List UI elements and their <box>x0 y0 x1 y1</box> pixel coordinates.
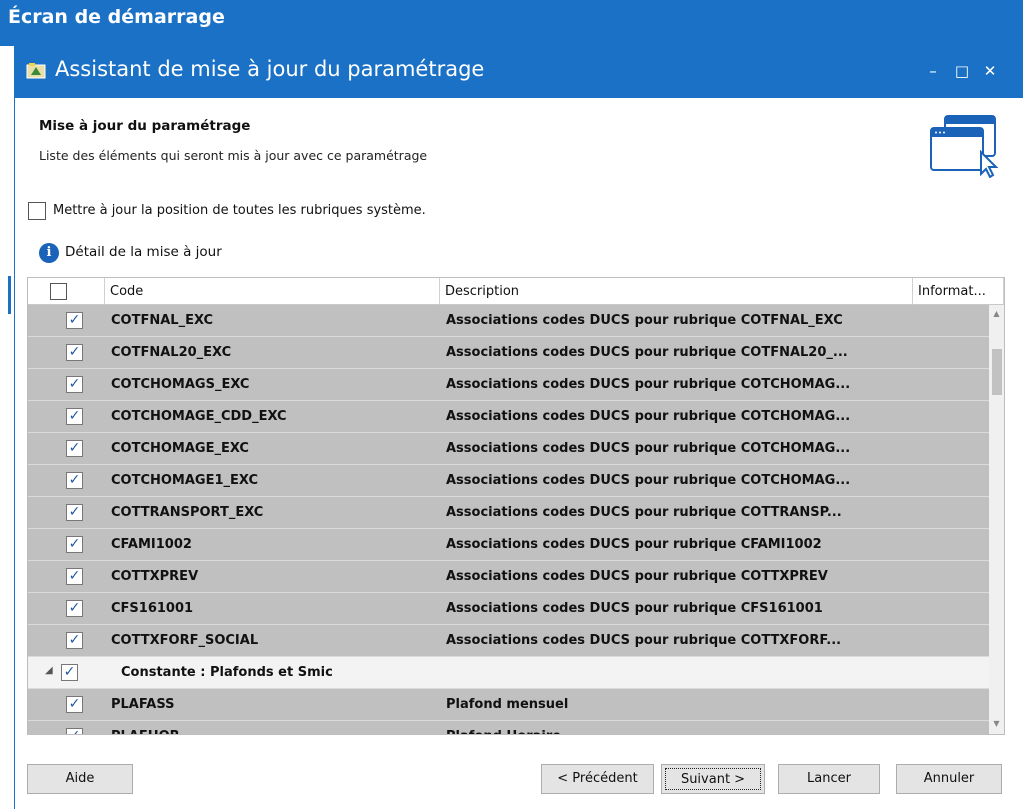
info-icon: i <box>39 243 59 263</box>
row-description: Associations codes DUCS pour rubrique CO… <box>446 473 851 488</box>
row-checkbox[interactable]: ✓ <box>61 664 78 681</box>
table-row[interactable]: ✓ COTCHOMAGE1_EXC Associations codes DUCS … <box>28 465 989 497</box>
update-position-label[interactable]: Mettre à jour la position de toutes les … <box>53 203 426 218</box>
row-description: Associations codes DUCS pour rubrique CF… <box>446 601 823 616</box>
row-description: Associations codes DUCS pour rubrique CO… <box>446 409 851 424</box>
update-wizard-dialog: Assistant de mise à jour du paramétrage … <box>14 46 1023 809</box>
scroll-down-arrow-icon[interactable]: ▼ <box>989 717 1004 731</box>
scroll-up-arrow-icon[interactable]: ▲ <box>989 307 1004 321</box>
cancel-button[interactable]: Annuler <box>896 764 1002 794</box>
section-title: Mise à jour du paramétrage <box>39 118 251 134</box>
section-subtitle: Liste des éléments qui seront mis à jour… <box>39 148 428 163</box>
row-code: COTTXFORF_SOCIAL <box>111 633 259 648</box>
select-all-checkbox[interactable] <box>50 283 67 300</box>
update-position-checkbox[interactable] <box>28 202 46 220</box>
row-code: COTFNAL_EXC <box>111 313 214 328</box>
maximize-button[interactable]: □ <box>949 58 975 84</box>
row-code: COTTXPREV <box>111 569 199 584</box>
row-description: Associations codes DUCS pour rubrique CO… <box>446 569 828 584</box>
background-window-accent <box>8 276 11 314</box>
row-code: COTCHOMAGS_EXC <box>111 377 250 392</box>
table-row[interactable]: ✓ CFS161001 Associations codes DUCS pour r… <box>28 593 989 625</box>
background-window-title: Écran de démarrage <box>8 6 225 28</box>
row-code: COTCHOMAGE_EXC <box>111 441 249 456</box>
row-description: Associations codes DUCS pour rubrique CF… <box>446 537 822 552</box>
row-checkbox[interactable]: ✓ <box>66 568 83 585</box>
row-code: PLAFASS <box>111 697 175 712</box>
update-items-grid: Code Description Informat... ✓ COTFNAL_EX… <box>27 277 1005 735</box>
minimize-button[interactable]: – <box>920 58 946 84</box>
table-row[interactable]: ✓ COTTRANSPORT_EXC Associations codes DUCS… <box>28 497 989 529</box>
row-description: Associations codes DUCS pour rubrique CO… <box>446 441 851 456</box>
table-row[interactable]: ✓ PLAFASS Plafond mensuel <box>28 689 989 721</box>
dialog-title: Assistant de mise à jour du paramétrage <box>55 57 485 81</box>
window-cursor-icon <box>930 115 999 178</box>
next-button-label: Suivant > <box>665 768 761 790</box>
table-row[interactable]: ✓ PLAFHOR Plafond Horaire <box>28 721 989 734</box>
row-checkbox[interactable]: ✓ <box>66 728 83 734</box>
row-checkbox[interactable]: ✓ <box>66 408 83 425</box>
row-checkbox[interactable]: ✓ <box>66 600 83 617</box>
column-header-info[interactable]: Informat... <box>913 278 1004 305</box>
grid-header: Code Description Informat... <box>28 278 1004 305</box>
table-row[interactable]: ✓ COTCHOMAGE_EXC Associations codes DUCS p… <box>28 433 989 465</box>
row-checkbox[interactable]: ✓ <box>66 696 83 713</box>
row-checkbox[interactable]: ✓ <box>66 632 83 649</box>
next-button[interactable]: Suivant > <box>661 764 765 794</box>
row-checkbox[interactable]: ✓ <box>66 472 83 489</box>
detail-label: Détail de la mise à jour <box>65 244 222 260</box>
header-check-column <box>28 278 105 305</box>
table-row[interactable]: ✓ CFAMI1002 Associations codes DUCS pour r… <box>28 529 989 561</box>
row-code: COTCHOMAGE_CDD_EXC <box>111 409 287 424</box>
table-row[interactable]: ✓ COTTXFORF_SOCIAL Associations codes DUCS… <box>28 625 989 657</box>
row-checkbox[interactable]: ✓ <box>66 376 83 393</box>
vertical-scrollbar[interactable]: ▲ ▼ <box>989 305 1004 734</box>
help-button[interactable]: Aide <box>27 764 133 794</box>
app-icon <box>26 63 46 79</box>
row-description: Associations codes DUCS pour rubrique CO… <box>446 633 842 648</box>
group-row[interactable]: ◢ ✓ Constante : Plafonds et Smic <box>28 657 989 689</box>
run-button[interactable]: Lancer <box>778 764 880 794</box>
background-window-titlebar: Écran de démarrage <box>0 0 1023 46</box>
row-code: COTFNAL20_EXC <box>111 345 232 360</box>
table-row[interactable]: ✓ COTFNAL20_EXC Associations codes DUCS po… <box>28 337 989 369</box>
row-checkbox[interactable]: ✓ <box>66 504 83 521</box>
row-description: Associations codes DUCS pour rubrique CO… <box>446 313 843 328</box>
row-checkbox[interactable]: ✓ <box>66 536 83 553</box>
row-description: Plafond Horaire <box>446 729 561 734</box>
row-checkbox[interactable]: ✓ <box>66 440 83 457</box>
previous-button[interactable]: < Précédent <box>541 764 654 794</box>
group-label: Constante : Plafonds et Smic <box>121 665 333 680</box>
row-checkbox[interactable]: ✓ <box>66 312 83 329</box>
row-description: Associations codes DUCS pour rubrique CO… <box>446 345 848 360</box>
row-code: COTTRANSPORT_EXC <box>111 505 264 520</box>
row-description: Plafond mensuel <box>446 697 569 712</box>
table-row[interactable]: ✓ COTTXPREV Associations codes DUCS pour r… <box>28 561 989 593</box>
column-header-code[interactable]: Code <box>105 278 440 305</box>
expand-collapse-icon[interactable]: ◢ <box>45 665 53 676</box>
row-description: Associations codes DUCS pour rubrique CO… <box>446 377 851 392</box>
table-row[interactable]: ✓ COTCHOMAGS_EXC Associations codes DUCS p… <box>28 369 989 401</box>
scrollbar-thumb[interactable] <box>992 349 1002 395</box>
dialog-titlebar[interactable]: Assistant de mise à jour du paramétrage … <box>15 46 1023 98</box>
row-code: COTCHOMAGE1_EXC <box>111 473 259 488</box>
row-description: Associations codes DUCS pour rubrique CO… <box>446 505 842 520</box>
row-code: CFAMI1002 <box>111 537 192 552</box>
table-row[interactable]: ✓ COTCHOMAGE_CDD_EXC Associations codes DU… <box>28 401 989 433</box>
row-code: PLAFHOR <box>111 729 180 734</box>
table-row[interactable]: ✓ COTFNAL_EXC Associations codes DUCS pour… <box>28 305 989 337</box>
close-button[interactable]: ✕ <box>977 58 1003 84</box>
row-checkbox[interactable]: ✓ <box>66 344 83 361</box>
grid-rows: ✓ COTFNAL_EXC Associations codes DUCS pour… <box>28 305 989 734</box>
column-header-description[interactable]: Description <box>440 278 913 305</box>
row-code: CFS161001 <box>111 601 194 616</box>
